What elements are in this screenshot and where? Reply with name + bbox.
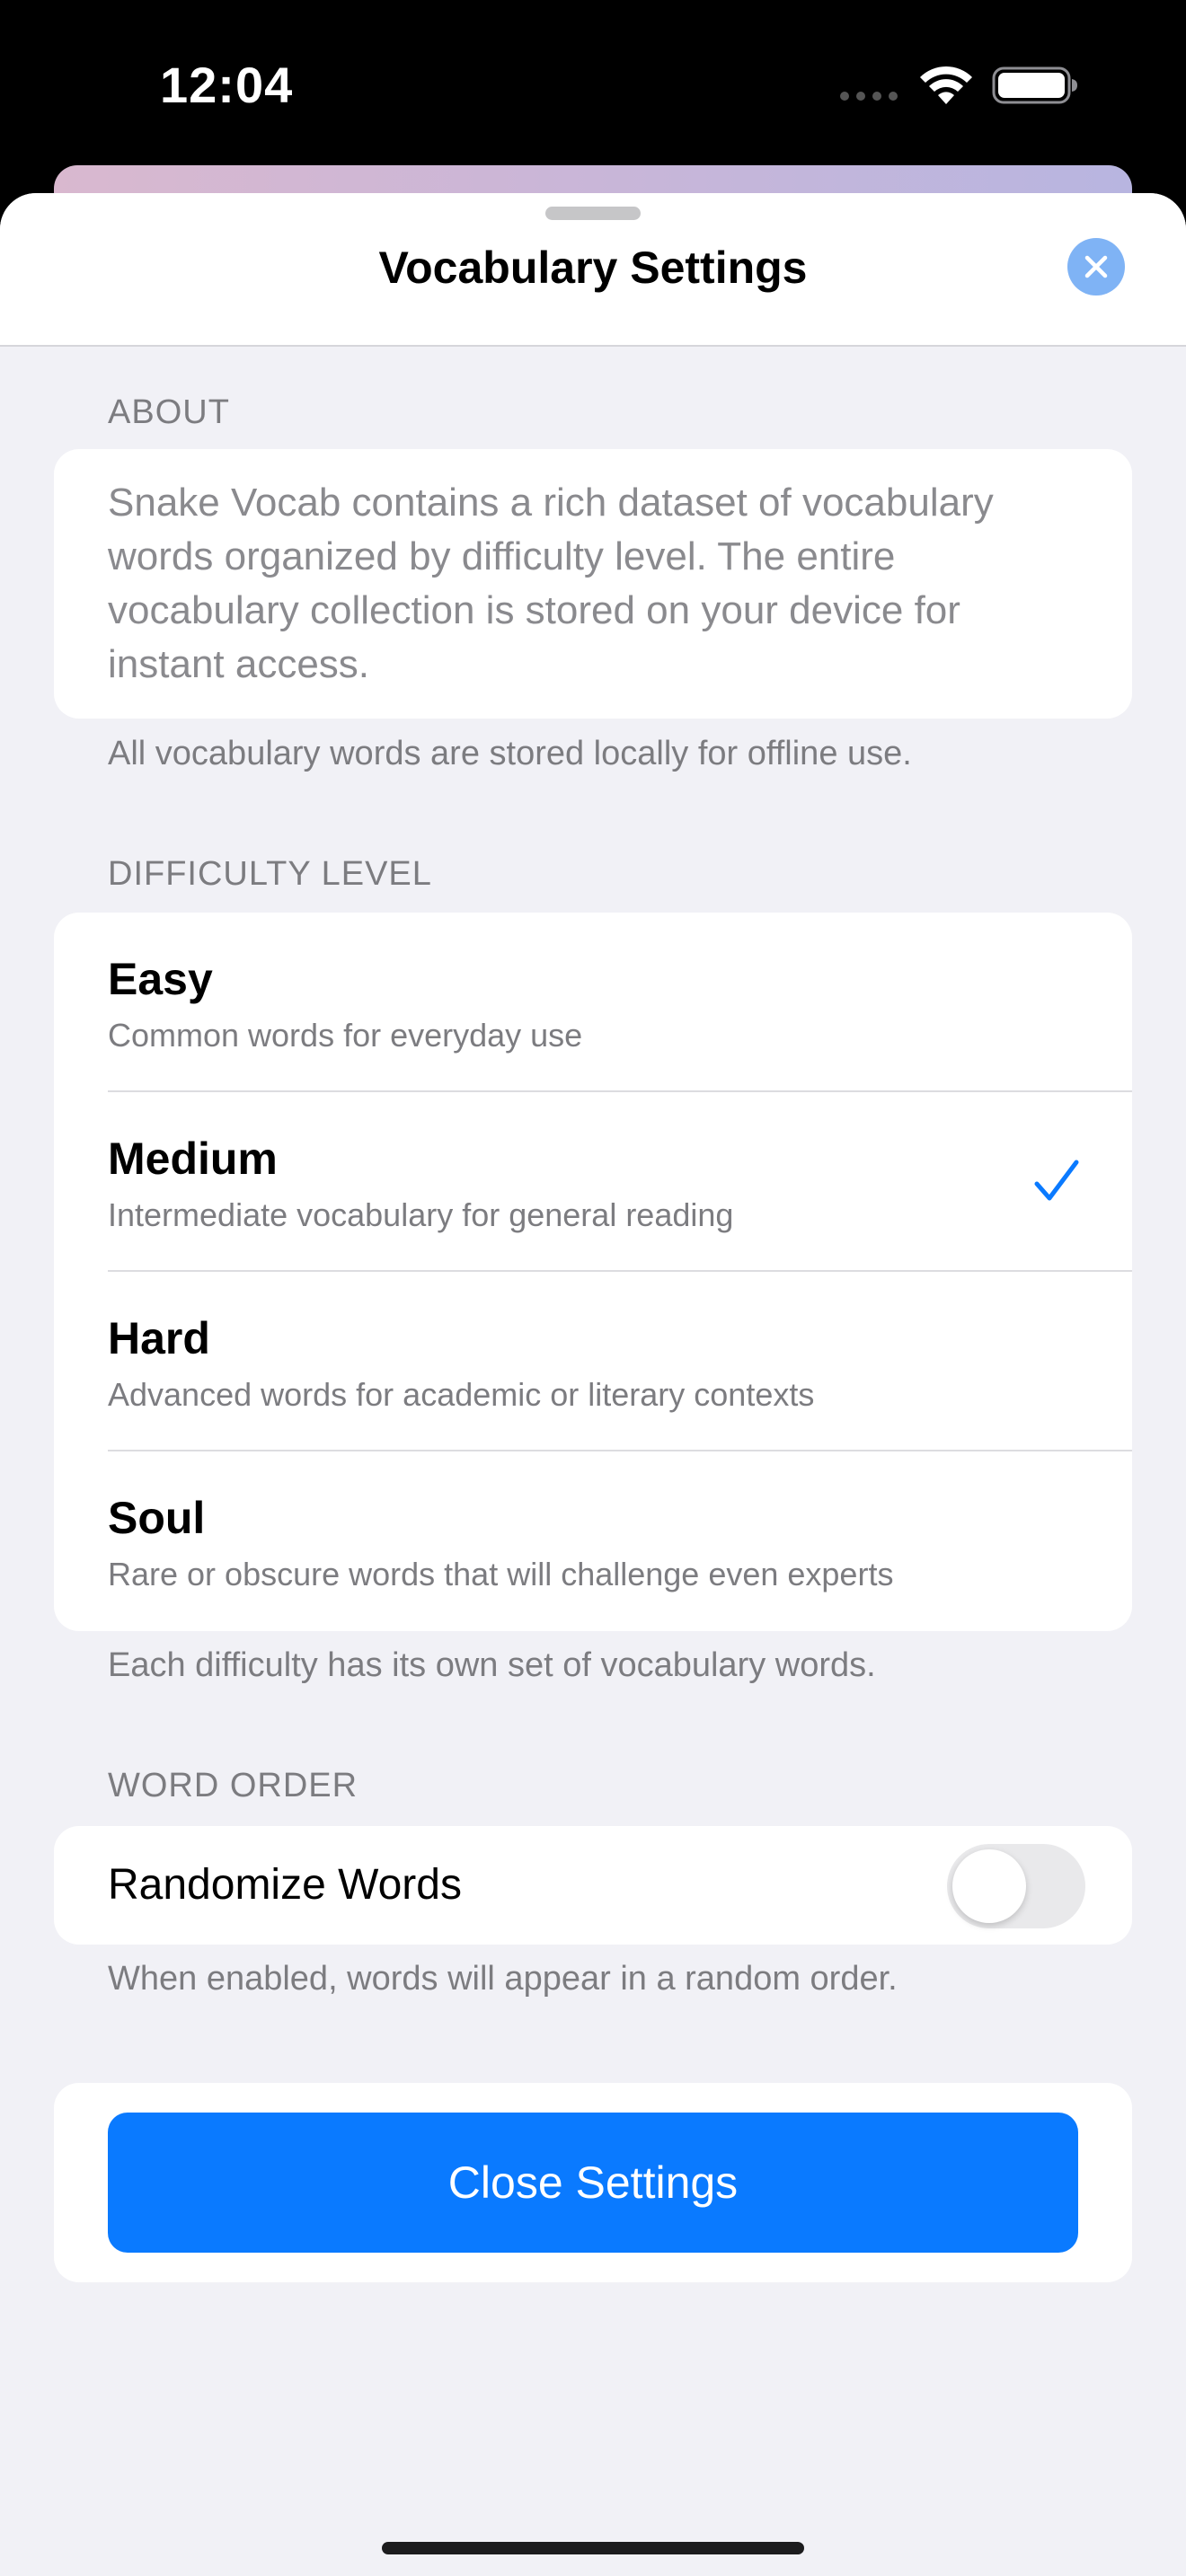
about-section-header: ABOUT xyxy=(108,393,230,431)
difficulty-description: Rare or obscure words that will challeng… xyxy=(108,1556,894,1592)
sheet-title: Vocabulary Settings xyxy=(378,243,808,293)
checkmark-icon xyxy=(1034,1160,1079,1201)
difficulty-name: Hard xyxy=(108,1313,210,1363)
settings-sheet: Vocabulary Settings ABOUT Snake Vocab co… xyxy=(0,193,1186,2576)
difficulty-description: Common words for everyday use xyxy=(108,1017,583,1054)
sheet-grabber[interactable] xyxy=(545,207,641,220)
toggle-knob xyxy=(952,1849,1026,1923)
difficulty-name: Medium xyxy=(108,1134,278,1184)
difficulty-footer: Each difficulty has its own set of vocab… xyxy=(108,1646,876,1684)
word-order-footer: When enabled, words will appear in a ran… xyxy=(108,1960,898,1998)
difficulty-name: Easy xyxy=(108,954,213,1004)
difficulty-description: Advanced words for academic or literary … xyxy=(108,1376,815,1413)
close-settings-button[interactable]: Close Settings xyxy=(108,2113,1078,2253)
battery-icon xyxy=(992,66,1077,104)
close-sheet-button[interactable] xyxy=(1067,238,1125,296)
close-icon xyxy=(1084,255,1108,278)
difficulty-option-medium[interactable]: Medium Intermediate vocabulary for gener… xyxy=(54,1092,1132,1272)
randomize-words-toggle[interactable] xyxy=(947,1844,1085,1928)
sheet-header: Vocabulary Settings xyxy=(0,193,1186,347)
status-time: 12:04 xyxy=(160,57,294,113)
word-order-section-header: WORD ORDER xyxy=(108,1767,358,1804)
status-bar: 12:04 xyxy=(0,0,1186,171)
wifi-icon xyxy=(920,66,972,104)
about-footer: All vocabulary words are stored locally … xyxy=(108,735,912,772)
about-text: Snake Vocab contains a rich dataset of v… xyxy=(108,481,994,686)
difficulty-card: Easy Common words for everyday use Mediu… xyxy=(54,913,1132,1631)
home-indicator xyxy=(382,2542,804,2554)
word-order-card: Randomize Words xyxy=(54,1826,1132,1945)
difficulty-name: Soul xyxy=(108,1493,206,1543)
difficulty-option-hard[interactable]: Hard Advanced words for academic or lite… xyxy=(54,1272,1132,1451)
signal-dots-icon xyxy=(840,92,903,102)
randomize-words-label: Randomize Words xyxy=(108,1861,462,1909)
difficulty-description: Intermediate vocabulary for general read… xyxy=(108,1196,734,1233)
actions-card: Close Settings xyxy=(54,2083,1132,2282)
about-card: Snake Vocab contains a rich dataset of v… xyxy=(54,449,1132,719)
difficulty-option-easy[interactable]: Easy Common words for everyday use xyxy=(54,913,1132,1092)
difficulty-section-header: DIFFICULTY LEVEL xyxy=(108,855,432,893)
difficulty-option-soul[interactable]: Soul Rare or obscure words that will cha… xyxy=(54,1451,1132,1631)
